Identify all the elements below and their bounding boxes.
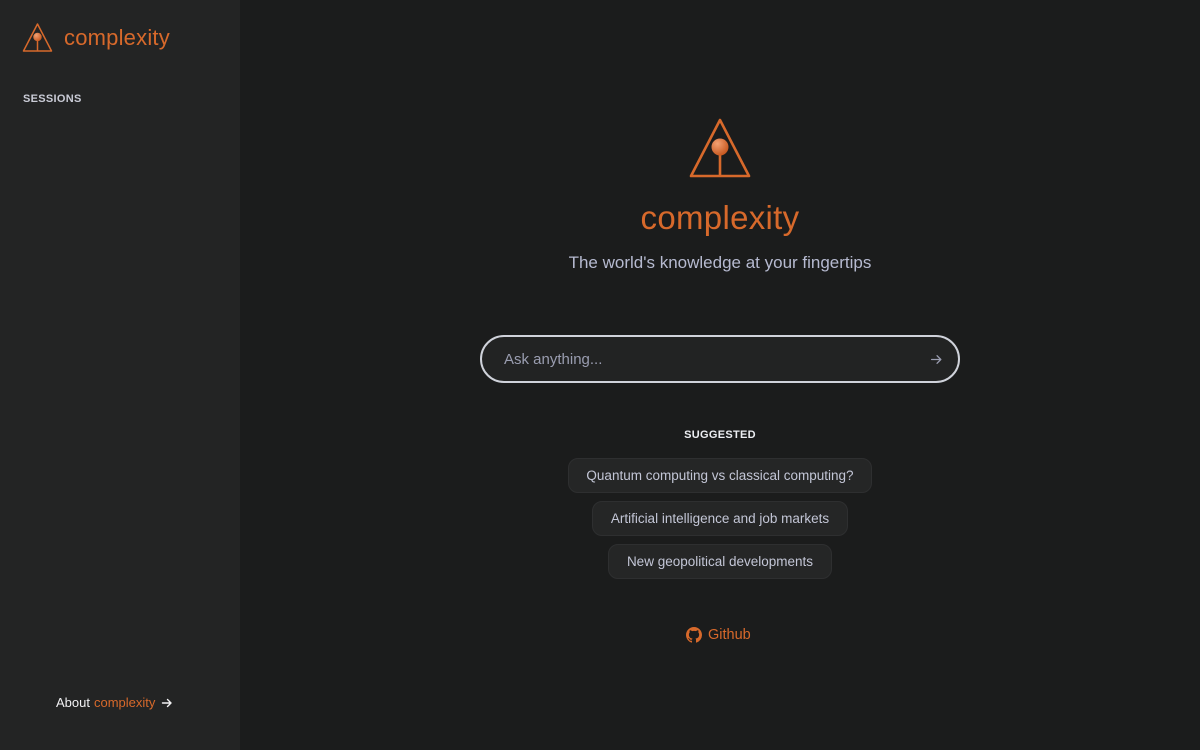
hero-title: complexity xyxy=(640,199,800,236)
suggestion-chip[interactable]: Artificial intelligence and job markets xyxy=(592,501,848,536)
sessions-heading: SESSIONS xyxy=(23,93,82,105)
sidebar-brand[interactable]: complexity xyxy=(22,22,170,53)
arrow-right-icon xyxy=(162,698,173,707)
hero-subtitle: The world's knowledge at your fingertips xyxy=(568,253,872,272)
about-brand: complexity xyxy=(93,695,156,710)
github-label: Github xyxy=(708,627,751,643)
github-icon xyxy=(686,627,702,643)
submit-button[interactable] xyxy=(914,337,958,381)
suggestion-chip[interactable]: Quantum computing vs classical computing… xyxy=(568,458,872,493)
sidebar: complexity SESSIONS About complexity xyxy=(0,0,240,750)
main-content: complexity The world's knowledge at your… xyxy=(240,0,1200,750)
sidebar-brand-name: complexity xyxy=(64,24,170,50)
about-link[interactable]: About complexity xyxy=(56,695,173,710)
search-input[interactable] xyxy=(482,337,914,381)
search-box xyxy=(480,335,960,383)
about-prefix: About xyxy=(56,695,90,710)
arrow-right-icon xyxy=(930,354,941,364)
github-link[interactable]: Github xyxy=(686,627,751,643)
app-root: complexity SESSIONS About complexity com… xyxy=(0,0,1200,750)
suggested-heading: SUGGESTED xyxy=(684,429,756,441)
logo-icon xyxy=(22,23,53,52)
hero-logo-icon xyxy=(689,118,751,178)
suggestion-chip[interactable]: New geopolitical developments xyxy=(608,544,832,579)
